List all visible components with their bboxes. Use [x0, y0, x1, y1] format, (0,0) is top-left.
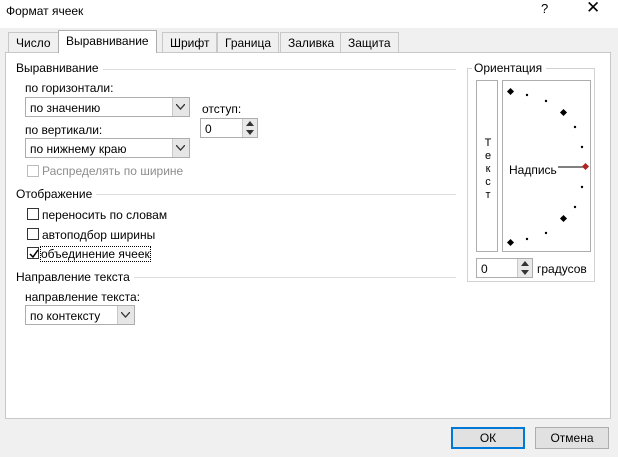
degrees-stepper[interactable]: 0	[476, 258, 533, 278]
tab-border[interactable]: Граница	[217, 32, 280, 52]
section-title-display: Отображение	[16, 187, 97, 201]
tab-font[interactable]: Шрифт	[162, 32, 218, 52]
horizontal-label: по горизонтали:	[25, 81, 114, 95]
section-title-orientation: Ориентация	[472, 61, 547, 75]
vertical-text-char: к	[485, 163, 491, 175]
dial-mark-0	[581, 162, 590, 171]
wrap-text-label: переносить по словам	[42, 208, 168, 222]
distribute-label: Распределять по ширине	[42, 164, 184, 178]
vertical-select-value: по нижнему краю	[30, 142, 127, 156]
vertical-text-char: Т	[484, 137, 492, 149]
dial-mark-45	[559, 108, 568, 117]
dial-mark	[525, 237, 529, 241]
vertical-text-char: т	[485, 189, 491, 201]
ok-button[interactable]: ОК	[451, 427, 525, 449]
vertical-text-toggle[interactable]: Т е к с т	[476, 80, 498, 252]
cancel-button[interactable]: Отмена	[535, 427, 609, 449]
direction-label: направление текста:	[25, 290, 141, 304]
vertical-text-char: е	[484, 150, 492, 162]
degrees-label: градусов	[537, 262, 587, 276]
dial-mark-neg45	[559, 214, 568, 223]
horizontal-select-value: по значению	[30, 101, 101, 115]
tab-protection[interactable]: Защита	[340, 32, 399, 52]
indent-stepper[interactable]: 0	[200, 118, 258, 138]
section-title-direction: Направление текста	[16, 270, 134, 284]
close-button[interactable]: ✕	[586, 0, 600, 18]
dial-mark	[580, 145, 584, 149]
indent-value: 0	[205, 122, 212, 136]
chevron-down-icon[interactable]	[117, 306, 134, 324]
checkmark-icon	[29, 249, 39, 259]
help-button[interactable]: ?	[541, 1, 548, 16]
chevron-down-icon[interactable]	[172, 98, 189, 116]
merge-cells-checkbox[interactable]	[27, 247, 39, 259]
orientation-dial[interactable]: Надпись	[502, 80, 591, 252]
tab-number[interactable]: Число	[8, 32, 59, 52]
merge-cells-label: объединение ячеек	[40, 246, 151, 262]
dial-mark	[525, 93, 529, 97]
distribute-checkbox[interactable]	[27, 165, 39, 177]
horizontal-select[interactable]: по значению	[25, 97, 190, 117]
vertical-select[interactable]: по нижнему краю	[25, 138, 190, 158]
spin-down-icon[interactable]	[242, 128, 257, 137]
vertical-text-char: с	[485, 176, 491, 188]
spin-down-icon[interactable]	[517, 268, 532, 277]
dial-mark-neg90	[506, 238, 515, 247]
wrap-text-checkbox[interactable]	[27, 208, 39, 220]
dial-mark	[573, 125, 577, 129]
autofit-label: автоподбор ширины	[42, 228, 156, 242]
chevron-down-icon[interactable]	[172, 139, 189, 157]
section-title-alignment: Выравнивание	[16, 61, 103, 75]
direction-select[interactable]: по контексту	[25, 305, 135, 325]
indent-label: отступ:	[202, 102, 242, 116]
dial-mark	[544, 231, 548, 235]
dial-mark	[573, 205, 577, 209]
vertical-label: по вертикали:	[25, 123, 103, 137]
dial-mark-90	[506, 87, 515, 96]
degrees-value: 0	[481, 262, 488, 276]
window-title: Формат ячеек	[6, 4, 84, 18]
dial-mark	[544, 99, 548, 103]
dial-label: Надпись	[509, 163, 557, 177]
tab-alignment[interactable]: Выравнивание	[58, 30, 157, 53]
tab-fill[interactable]: Заливка	[280, 32, 343, 52]
dial-mark	[580, 185, 584, 189]
direction-select-value: по контексту	[30, 309, 101, 323]
autofit-checkbox[interactable]	[27, 228, 39, 240]
